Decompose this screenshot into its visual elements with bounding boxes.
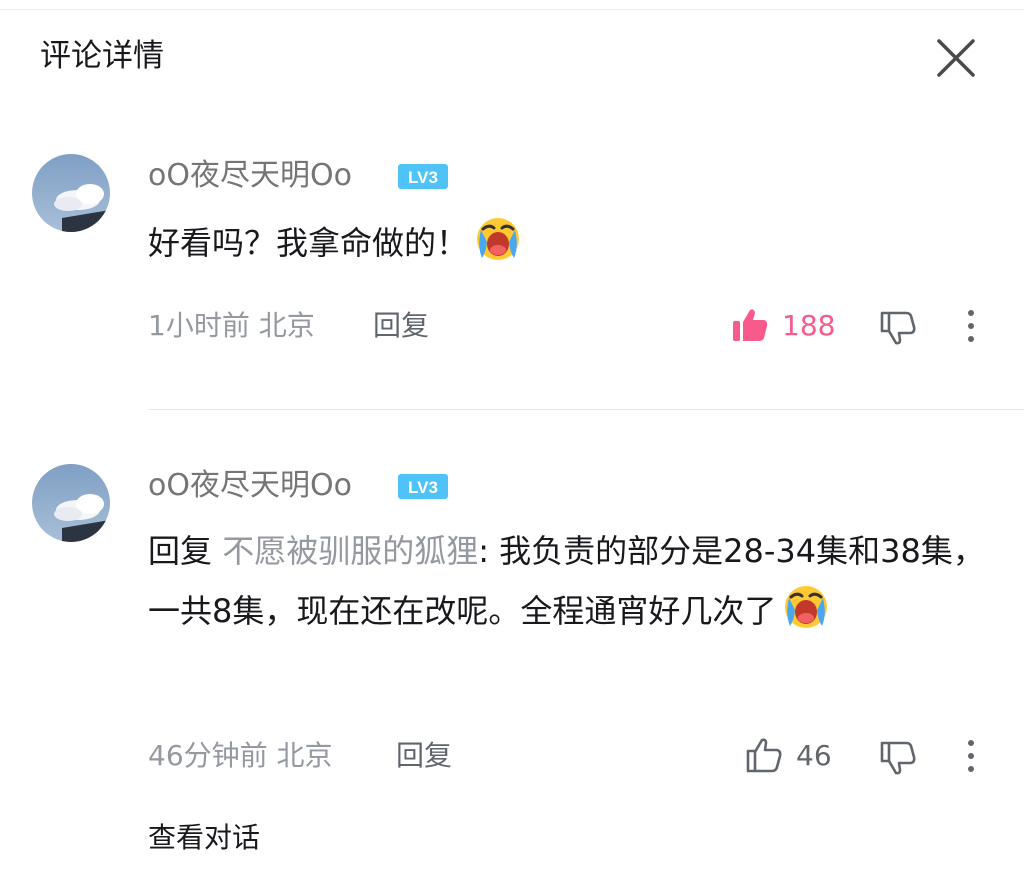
close-button[interactable] (928, 32, 984, 84)
level-badge: LV3 (398, 164, 448, 189)
reply-button[interactable]: 回复 (373, 306, 429, 346)
close-icon (937, 39, 975, 77)
comment-text: 回复 不愿被驯服的狐狸: 我负责的部分是28-34集和38集，一共8集，现在还在… (148, 522, 988, 640)
comment-divider (148, 409, 1024, 410)
thumbs-up-icon[interactable] (745, 736, 783, 774)
username[interactable]: oO夜尽天明Oo (148, 156, 352, 196)
like-count: 46 (796, 739, 832, 772)
comment-time: 1小时前 (148, 309, 250, 342)
avatar[interactable] (32, 464, 110, 542)
page-title: 评论详情 (40, 38, 164, 74)
avatar-cloud-image (32, 464, 110, 542)
more-options-icon[interactable] (961, 736, 981, 776)
avatar-cloud-image (32, 154, 110, 232)
like-count: 188 (782, 309, 836, 342)
top-divider (0, 9, 1024, 10)
thumbs-down-icon[interactable] (879, 739, 917, 777)
avatar[interactable] (32, 154, 110, 232)
username[interactable]: oO夜尽天明Oo (148, 466, 352, 506)
thumbs-up-icon-filled[interactable] (731, 306, 769, 344)
thumbs-down-icon[interactable] (879, 309, 917, 347)
reply-button[interactable]: 回复 (396, 736, 452, 776)
view-conversation-link[interactable]: 查看对话 (148, 818, 260, 858)
comment-text: 好看吗？我拿命做的！ (148, 212, 988, 272)
comment-time: 46分钟前 (148, 739, 268, 772)
comment-location: 北京 (258, 309, 315, 342)
comment-meta: 46分钟前 北京 (148, 736, 333, 776)
level-badge: LV3 (398, 474, 448, 499)
comment-text-body: 好看吗？我拿命做的！ (148, 224, 469, 262)
svg-text:LV3: LV3 (408, 478, 438, 497)
comment-location: 北京 (276, 739, 333, 772)
comment-meta: 1小时前 北京 (148, 306, 315, 346)
reply-prefix: 回复 (148, 532, 213, 570)
more-options-icon[interactable] (961, 306, 981, 346)
crying-emoji-icon (477, 218, 520, 260)
crying-emoji-icon (785, 586, 828, 628)
reply-to-user[interactable]: 不愿被驯服的狐狸 (222, 532, 478, 570)
svg-text:LV3: LV3 (408, 168, 438, 187)
